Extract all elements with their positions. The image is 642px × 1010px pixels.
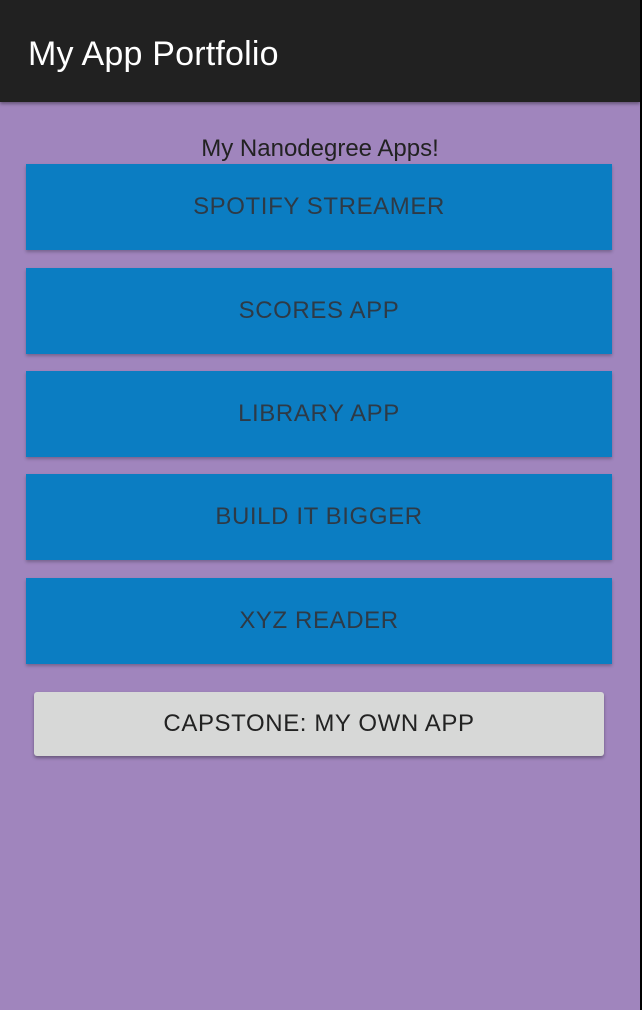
xyz-reader-button[interactable]: XYZ READER xyxy=(26,578,612,664)
app-title: My App Portfolio xyxy=(28,35,279,73)
button-label: XYZ READER xyxy=(239,607,399,634)
subtitle: My Nanodegree Apps! xyxy=(201,135,439,162)
spotify-streamer-button[interactable]: SPOTIFY STREAMER xyxy=(26,164,612,250)
app-screen: My App Portfolio My Nanodegree Apps! SPO… xyxy=(0,0,642,1010)
button-label: CAPSTONE: MY OWN APP xyxy=(163,710,475,737)
build-it-bigger-button[interactable]: BUILD IT BIGGER xyxy=(26,474,612,560)
capstone-button[interactable]: CAPSTONE: MY OWN APP xyxy=(34,692,604,756)
scores-app-button[interactable]: SCORES APP xyxy=(26,268,612,354)
button-label: SCORES APP xyxy=(238,297,400,324)
button-label: LIBRARY APP xyxy=(238,400,400,427)
button-label: SPOTIFY STREAMER xyxy=(193,193,445,220)
library-app-button[interactable]: LIBRARY APP xyxy=(26,371,612,457)
app-bar: My App Portfolio xyxy=(0,0,640,102)
main-content: My Nanodegree Apps! SPOTIFY STREAMER SCO… xyxy=(0,102,640,1010)
button-label: BUILD IT BIGGER xyxy=(215,503,423,530)
